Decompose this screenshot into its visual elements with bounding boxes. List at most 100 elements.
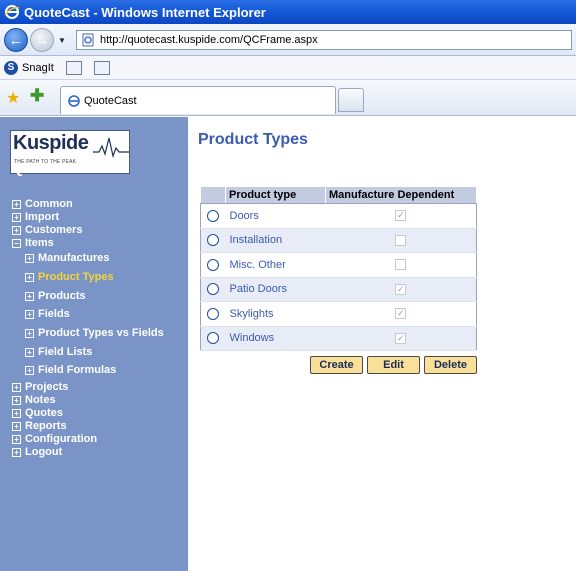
navigation-bar: ← → ▼ http://quotecast.kuspide.com/QCFra… (0, 24, 576, 56)
sidebar-item-field-formulas[interactable]: + Field Formulas (25, 364, 116, 376)
sidebar-item-label[interactable]: Product Types vs Fields (38, 327, 164, 339)
window-title-bar: QuoteCast - Windows Internet Explorer (0, 0, 576, 24)
sidebar-item-notes[interactable]: + Notes (12, 394, 56, 406)
table-row[interactable]: Doors ✓ (200, 203, 477, 229)
row-select-radio[interactable] (207, 209, 220, 222)
row-select-radio[interactable] (207, 258, 220, 271)
table-row[interactable]: Installation (200, 228, 477, 253)
expand-icon[interactable]: + (25, 347, 34, 357)
sidebar-item-label[interactable]: Logout (25, 446, 62, 458)
sidebar-item-label[interactable]: Quotes (25, 407, 63, 419)
sidebar-item-field-lists[interactable]: + Field Lists (25, 346, 92, 358)
table-row[interactable]: Misc. Other (200, 252, 477, 278)
page-icon (82, 33, 94, 47)
expand-icon[interactable]: + (25, 253, 34, 263)
sidebar-item-label[interactable]: Field Lists (38, 346, 92, 358)
sidebar-item-label[interactable]: Manufactures (38, 252, 110, 264)
sidebar-item-configuration[interactable]: + Configuration (12, 433, 97, 445)
sidebar-item-product-types[interactable]: + Product Types (25, 271, 114, 283)
sidebar-item-logout[interactable]: + Logout (12, 446, 62, 458)
manufacture-dependent-checkbox (395, 234, 407, 246)
expand-icon[interactable]: + (12, 395, 21, 405)
product-type-column-header: Product type (225, 186, 326, 204)
new-tab-button[interactable] (338, 88, 364, 112)
expand-icon[interactable]: + (12, 447, 21, 457)
manufacture-dependent-column-header: Manufacture Dependent (325, 186, 477, 204)
table-row[interactable]: Windows ✓ (200, 326, 477, 351)
expand-icon[interactable]: + (25, 328, 34, 338)
tab-label: QuoteCast (84, 94, 137, 107)
expand-icon[interactable]: + (12, 382, 21, 392)
row-select-radio[interactable] (207, 234, 220, 247)
sidebar-item-label[interactable]: Configuration (25, 433, 97, 445)
manufacture-dependent-checkbox (395, 259, 407, 271)
address-bar[interactable]: http://quotecast.kuspide.com/QCFrame.asp… (76, 30, 572, 50)
manufacture-dependent-checkbox: ✓ (395, 308, 407, 320)
back-arrow-icon: ← (8, 31, 24, 49)
sidebar-item-label[interactable]: Import (25, 211, 59, 223)
product-type-name: Misc. Other (225, 252, 326, 278)
sidebar-item-label[interactable]: Fields (38, 308, 70, 320)
sidebar-item-fields[interactable]: + Fields (25, 308, 70, 320)
snagit-capture-icon[interactable] (93, 60, 110, 75)
snagit-window-icon[interactable] (65, 60, 82, 75)
sidebar-item-import[interactable]: + Import (12, 211, 59, 223)
forward-button[interactable]: → (30, 28, 54, 52)
expand-icon[interactable]: + (12, 421, 21, 431)
expand-icon[interactable]: + (12, 212, 21, 222)
sidebar-item-customers[interactable]: + Customers (12, 224, 82, 236)
product-types-table: Product type Manufacture Dependent Doors… (200, 186, 477, 351)
expand-icon[interactable]: + (12, 225, 21, 235)
sidebar-item-reports[interactable]: + Reports (12, 420, 67, 432)
row-select-radio[interactable] (207, 307, 220, 320)
delete-button[interactable]: Delete (424, 356, 477, 374)
toolbar: S SnagIt (0, 56, 576, 80)
sidebar-item-label[interactable]: Reports (25, 420, 67, 432)
back-button[interactable]: ← (4, 28, 28, 52)
sidebar-item-products[interactable]: + Products (25, 290, 86, 302)
row-select-radio[interactable] (207, 332, 220, 345)
product-type-name: Installation (225, 228, 326, 253)
main-content: Product Types Product type Manufacture D… (188, 117, 576, 571)
logo-peak-icon (93, 137, 129, 158)
collapse-icon[interactable]: − (12, 238, 21, 248)
expand-icon[interactable]: + (25, 272, 34, 282)
table-row[interactable]: Skylights ✓ (200, 301, 477, 327)
sidebar-item-label[interactable]: Product Types (38, 271, 114, 283)
url-text[interactable]: http://quotecast.kuspide.com/QCFrame.asp… (100, 34, 318, 46)
expand-icon[interactable]: + (12, 408, 21, 418)
snagit-icon[interactable]: S (4, 60, 18, 75)
expand-icon[interactable]: + (12, 199, 21, 209)
sidebar-item-label[interactable]: Projects (25, 381, 68, 393)
sidebar-item-label[interactable]: Products (38, 290, 86, 302)
row-select-radio[interactable] (207, 283, 220, 296)
favorites-star-icon[interactable]: ★ (6, 88, 20, 108)
page-title: Product Types (198, 131, 308, 148)
sidebar-item-manufactures[interactable]: + Manufactures (25, 252, 110, 264)
history-dropdown-icon[interactable]: ▼ (58, 36, 66, 45)
table-header-row: Product type Manufacture Dependent (200, 186, 477, 204)
sidebar-item-label[interactable]: Common (25, 198, 73, 210)
expand-icon[interactable]: + (12, 434, 21, 444)
forward-arrow-icon: → (34, 31, 50, 49)
sidebar-item-common[interactable]: + Common (12, 198, 73, 210)
edit-button[interactable]: Edit (367, 356, 420, 374)
create-button[interactable]: Create (310, 356, 363, 374)
sidebar-item-label[interactable]: Customers (25, 224, 82, 236)
sidebar-item-label[interactable]: Notes (25, 394, 56, 406)
expand-icon[interactable]: + (25, 309, 34, 319)
ie-logo-icon (4, 5, 20, 19)
logo-word: Kuspide (13, 132, 89, 154)
snagit-label[interactable]: SnagIt (22, 62, 54, 74)
table-row[interactable]: Patio Doors ✓ (200, 277, 477, 302)
sidebar-item-product-types-vs-fields[interactable]: + Product Types vs Fields (25, 327, 164, 339)
tab-quotecast[interactable]: QuoteCast (60, 86, 336, 114)
sidebar-item-projects[interactable]: + Projects (12, 381, 68, 393)
add-favorite-icon[interactable]: ✚ (30, 86, 44, 106)
sidebar-item-items[interactable]: − Items (12, 237, 54, 249)
expand-icon[interactable]: + (25, 365, 34, 375)
sidebar-item-label[interactable]: Field Formulas (38, 364, 116, 376)
sidebar-item-quotes[interactable]: + Quotes (12, 407, 63, 419)
sidebar-item-label[interactable]: Items (25, 237, 54, 249)
expand-icon[interactable]: + (25, 291, 34, 301)
